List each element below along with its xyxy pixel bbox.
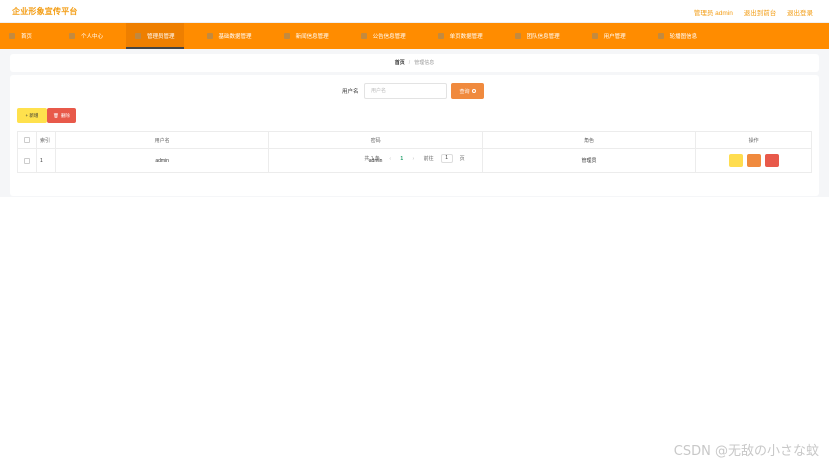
select-all-checkbox[interactable]	[23, 137, 30, 143]
nav-label: 用户管理	[603, 34, 626, 40]
team-icon	[514, 33, 521, 39]
header-links: 管理员 admin 退出到前台 退出登录	[685, 7, 813, 17]
add-button[interactable]: + 新增	[17, 108, 47, 123]
search-button-label: 查询	[459, 88, 470, 95]
nav-label: 公告信息管理	[372, 34, 406, 40]
nav-item-admin-management[interactable]: 管理员管理	[126, 23, 184, 49]
nav-item-single-page[interactable]: 单页数据管理	[429, 23, 492, 49]
nav-label: 管理员管理	[147, 34, 175, 40]
search-label: 用户名	[342, 89, 359, 95]
nav-item-base-data[interactable]: 基础数据管理	[198, 23, 261, 49]
nav-item-carousel[interactable]: 轮播图信息	[649, 23, 707, 49]
breadcrumb-separator: /	[408, 60, 411, 66]
nav-label: 新闻信息管理	[295, 34, 329, 40]
user-icon	[69, 33, 76, 39]
search-button[interactable]: 查询	[451, 83, 484, 99]
username-search-input[interactable]: 用户名	[364, 83, 447, 99]
current-admin-label: 管理员 admin	[693, 10, 733, 17]
page-jump-input[interactable]: 1	[440, 154, 453, 163]
goto-label: 前往	[423, 155, 434, 162]
home-icon	[9, 33, 15, 39]
nav-label: 单页数据管理	[449, 34, 483, 40]
next-page-button[interactable]: ›	[413, 156, 415, 162]
admin-table: 索引 用户名 密码 角色 操作 1 admin admin 管理员	[17, 131, 812, 173]
nav-label: 团队信息管理	[526, 34, 560, 40]
nav-item-users[interactable]: 用户管理	[583, 23, 635, 49]
nav-label: 首页	[21, 34, 33, 40]
admin-icon	[135, 33, 142, 39]
trash-icon: 🗑	[53, 112, 59, 118]
delete-button-label: 删除	[60, 112, 70, 118]
news-icon	[283, 33, 290, 39]
nav-item-news[interactable]: 新闻信息管理	[275, 23, 338, 49]
delete-button[interactable]: 🗑 删除	[47, 108, 76, 123]
main-nav: 首页 个人中心 管理员管理 基础数据管理 新闻信息管理 公告信息管理 单页数据管…	[0, 23, 829, 49]
site-title: 企业形象宣传平台	[12, 7, 78, 16]
add-button-label: + 新增	[25, 112, 39, 118]
column-header-actions: 操作	[748, 137, 759, 144]
main-panel: 用户名 用户名 查询 + 新增 🗑 删除 索引 用户名 密码 角色 操作 1 a…	[10, 75, 819, 196]
nav-item-profile[interactable]: 个人中心	[60, 23, 112, 49]
prev-page-button[interactable]: ‹	[389, 156, 391, 162]
nav-item-notice[interactable]: 公告信息管理	[352, 23, 415, 49]
nav-item-team[interactable]: 团队信息管理	[506, 23, 569, 49]
logout-link[interactable]: 退出登录	[787, 10, 813, 17]
current-page-number[interactable]: 1	[400, 156, 403, 162]
back-to-frontend-link[interactable]: 退出到前台	[744, 10, 777, 17]
page-suffix: 页	[459, 155, 465, 162]
users-icon	[591, 33, 598, 39]
column-header-username: 用户名	[56, 132, 270, 148]
search-form: 用户名 用户名 查询	[10, 83, 819, 99]
select-all-cell	[18, 132, 37, 148]
breadcrumb-current: 管理信息	[414, 60, 435, 66]
page-icon	[437, 33, 444, 39]
nav-label: 轮播图信息	[669, 34, 698, 40]
notice-icon	[360, 33, 367, 39]
total-count: 共 1 条	[364, 155, 380, 162]
content-area: 首页 / 管理信息 用户名 用户名 查询 + 新增 🗑 删除 索引 用户名 密码 角…	[0, 49, 829, 197]
table-header: 索引 用户名 密码 角色 操作	[18, 132, 811, 149]
search-icon	[471, 89, 476, 93]
column-header-password: 密码	[269, 132, 483, 148]
pagination: 共 1 条 ‹ 1 › 前往 1 页	[0, 154, 829, 163]
column-header-role: 角色	[483, 132, 697, 148]
watermark: CSDN @无敌の小さな蚊	[673, 444, 819, 459]
nav-item-home[interactable]: 首页	[0, 23, 41, 49]
database-icon	[206, 33, 213, 39]
breadcrumb: 首页 / 管理信息	[10, 54, 819, 72]
carousel-icon	[657, 33, 664, 39]
column-header-index: 索引	[37, 132, 56, 148]
nav-label: 基础数据管理	[218, 34, 252, 40]
top-header: 企业形象宣传平台 管理员 admin 退出到前台 退出登录	[0, 0, 829, 23]
breadcrumb-home[interactable]: 首页	[395, 60, 405, 66]
nav-label: 个人中心	[81, 34, 104, 40]
